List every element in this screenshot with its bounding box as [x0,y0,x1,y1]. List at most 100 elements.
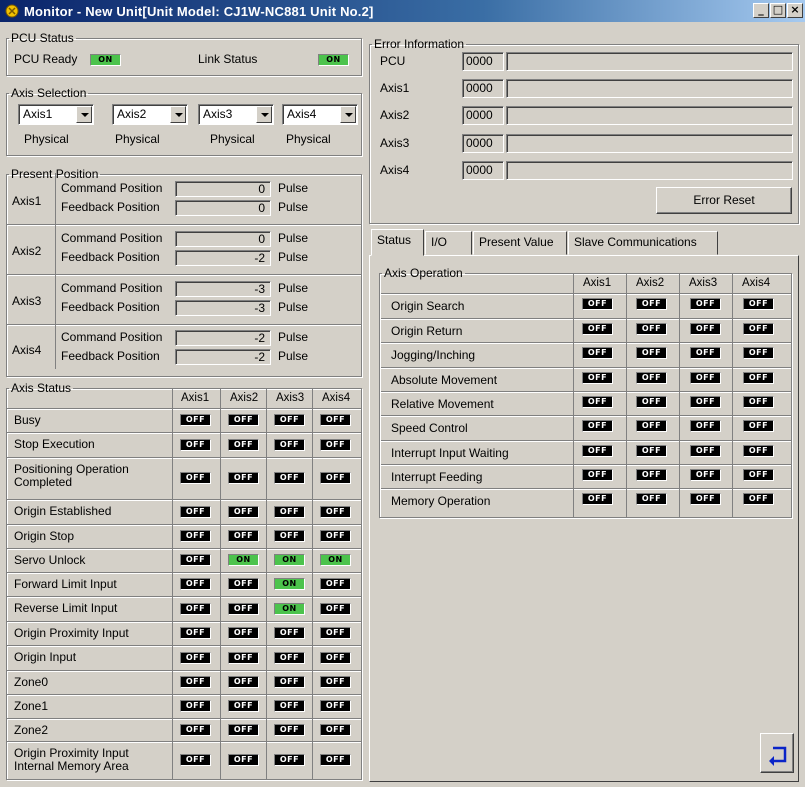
feedback-position-value: -2 [175,250,271,266]
axis-status-indicator: OFF [228,578,259,590]
axis-operation-indicator: OFF [636,396,667,408]
axis-status-indicator: OFF [228,414,259,426]
title-bar[interactable]: Monitor - New Unit[Unit Model: CJ1W-NC88… [0,0,805,22]
axis-operation-indicator: OFF [582,420,613,432]
feedback-position-label: Feedback Position [61,300,160,314]
maximize-button[interactable]: □ [770,3,786,18]
minimize-button[interactable]: _ [753,3,769,18]
axis-status-indicator: OFF [274,439,305,451]
axis-column-divider [55,223,56,273]
axis-status-indicator: OFF [320,414,351,426]
command-position-label: Command Position [61,281,163,295]
status-row-label: Zone2 [14,723,49,737]
axis-operation-indicator: OFF [690,298,721,310]
error-message-field [506,134,793,153]
axis-select-combo[interactable]: Axis2 [112,104,188,125]
error-reset-button[interactable]: Error Reset [656,187,792,214]
axis-status-indicator: OFF [180,530,211,542]
axis-status-indicator: OFF [320,700,351,712]
axis-status-indicator: OFF [320,603,351,615]
axis-column-header: Axis4 [322,392,351,404]
axis-operation-indicator: OFF [690,396,721,408]
axis-type-label: Physical [115,132,160,146]
status-row-label: Zone0 [14,675,49,689]
feedback-position-value: -3 [175,300,271,316]
axis-select-combo[interactable]: Axis4 [282,104,358,125]
axis-status-indicator: OFF [180,439,211,451]
axis-status-indicator: OFF [274,724,305,736]
axis-select-combo[interactable]: Axis3 [198,104,274,125]
axis-operation-indicator: OFF [743,372,774,384]
row-divider-highlight [7,597,361,598]
axis-column-header: Axis3 [689,277,718,289]
operation-row-label: Interrupt Input Waiting [391,446,509,460]
row-divider-highlight [7,573,361,574]
axis-name: Axis2 [12,244,42,258]
error-row-label: Axis4 [380,163,410,177]
axis-status-indicator: OFF [180,506,211,518]
column-divider [266,388,267,779]
axis-status-indicator: OFF [274,754,305,766]
axis-column-header: Axis3 [276,392,305,404]
chevron-down-icon[interactable] [170,106,186,123]
axis-column-header: Axis1 [181,392,210,404]
close-button[interactable]: × [787,3,803,18]
axis-status-indicator: OFF [274,530,305,542]
feedback-position-label: Feedback Position [61,200,160,214]
error-information-legend: Error Information [374,37,465,51]
error-message-field [506,52,793,71]
axis-operation-indicator: OFF [582,372,613,384]
axis-status-indicator: OFF [320,578,351,590]
chevron-down-icon[interactable] [256,106,272,123]
tab-slave-communications[interactable]: Slave Communications [568,231,718,255]
tab-present-value[interactable]: Present Value [473,231,567,255]
chevron-down-icon[interactable] [76,106,92,123]
axis-status-indicator: OFF [180,414,211,426]
error-code-value: 0000 [466,81,493,95]
app-icon [5,4,19,18]
return-arrow-icon [769,746,787,766]
axis-status-indicator: ON [320,554,351,566]
error-message-field [506,106,793,125]
status-row-label-2: Completed [14,475,73,489]
axis-selection-legend: Axis Selection [11,86,87,100]
status-row-label: Origin Stop [14,529,75,543]
axis-operation-indicator: OFF [743,298,774,310]
feedback-position-text: 0 [258,201,265,215]
pcu-ready-indicator: ON [90,54,121,66]
axis-name: Axis3 [12,294,42,308]
error-message-field [506,161,793,180]
axis-select-combo[interactable]: Axis1 [18,104,94,125]
axis-operation-indicator: OFF [582,469,613,481]
pcu-ready-label: PCU Ready [14,52,78,66]
tab-status[interactable]: Status [371,229,424,256]
tab-i-o[interactable]: I/O [425,231,472,255]
axis-operation-indicator: OFF [636,445,667,457]
feedback-position-value: 0 [175,200,271,216]
column-divider [312,388,313,779]
error-code-field: 0000 [462,134,504,153]
window-title: Monitor - New Unit[Unit Model: CJ1W-NC88… [24,3,374,19]
axis-status-indicator: OFF [320,724,351,736]
axis-name: Axis1 [12,194,42,208]
error-code-field: 0000 [462,52,504,71]
axis-status-indicator: OFF [274,676,305,688]
operation-row-label: Origin Search [391,299,465,313]
row-divider-highlight [7,409,361,410]
feedback-position-text: -3 [254,301,265,315]
axis-operation-indicator: OFF [636,420,667,432]
return-button[interactable] [760,733,794,773]
axis-operation-indicator: OFF [690,493,721,505]
axis-operation-indicator: OFF [582,298,613,310]
command-position-label: Command Position [61,181,163,195]
axis-status-indicator: ON [274,603,305,615]
command-position-value: 0 [175,231,271,247]
axis-operation-indicator: OFF [743,493,774,505]
operation-row-label: Speed Control [391,421,468,435]
chevron-down-icon[interactable] [340,106,356,123]
row-divider-highlight [7,646,361,647]
row-divider-highlight [381,294,791,295]
axis-operation-indicator: OFF [582,493,613,505]
error-message-field [506,79,793,98]
axis-status-indicator: OFF [180,603,211,615]
